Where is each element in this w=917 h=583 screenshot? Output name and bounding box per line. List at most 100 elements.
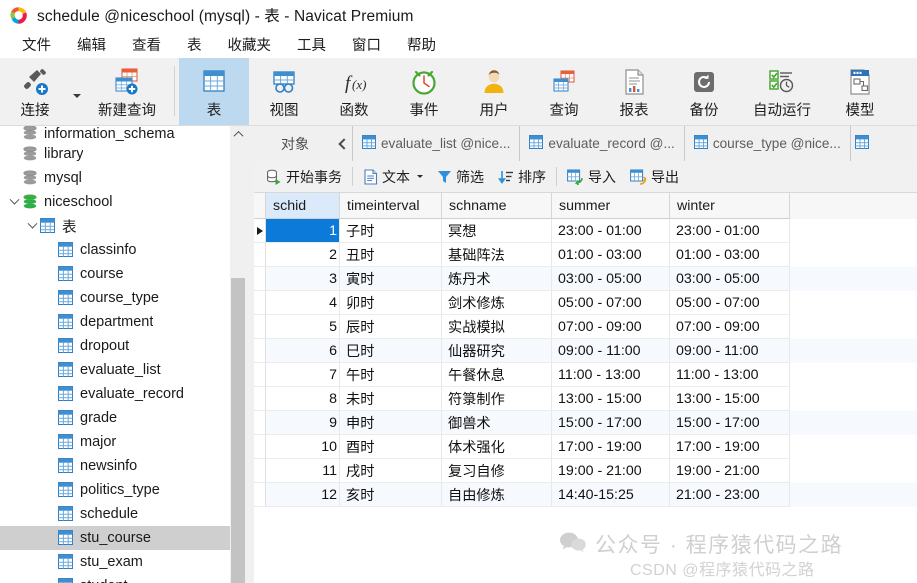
vertical-splitter[interactable] bbox=[246, 126, 254, 583]
cell-schname[interactable]: 符箓制作 bbox=[442, 387, 552, 411]
cell-schname[interactable]: 自由修炼 bbox=[442, 483, 552, 507]
row-marker[interactable] bbox=[254, 387, 266, 411]
row-marker[interactable] bbox=[254, 267, 266, 291]
expander-expanded-icon[interactable] bbox=[6, 194, 22, 210]
sidebar-item-stu_course[interactable]: stu_course bbox=[0, 526, 230, 550]
cell-timeinterval[interactable]: 卯时 bbox=[340, 291, 442, 315]
scrollbar-thumb[interactable] bbox=[231, 278, 245, 583]
sidebar-item-information_schema[interactable]: information_schema bbox=[0, 126, 230, 142]
cell-winter[interactable]: 09:00 - 11:00 bbox=[670, 339, 790, 363]
cell-winter[interactable]: 19:00 - 21:00 bbox=[670, 459, 790, 483]
cell-timeinterval[interactable]: 亥时 bbox=[340, 483, 442, 507]
table-row[interactable]: 5 辰时 实战模拟 07:00 - 09:00 07:00 - 09:00 bbox=[254, 315, 917, 339]
cell-timeinterval[interactable]: 巳时 bbox=[340, 339, 442, 363]
menu-help[interactable]: 帮助 bbox=[394, 32, 449, 57]
cell-schname[interactable]: 午餐休息 bbox=[442, 363, 552, 387]
import-button[interactable]: 导入 bbox=[560, 165, 623, 189]
cell-schid[interactable]: 11 bbox=[266, 459, 340, 483]
toolbar-query[interactable]: 查询 bbox=[529, 58, 599, 125]
row-marker[interactable] bbox=[254, 243, 266, 267]
sidebar-item-schedule[interactable]: schedule bbox=[0, 502, 230, 526]
menu-tools[interactable]: 工具 bbox=[284, 32, 339, 57]
table-row[interactable]: 10 酉时 体术强化 17:00 - 19:00 17:00 - 19:00 bbox=[254, 435, 917, 459]
cell-timeinterval[interactable]: 丑时 bbox=[340, 243, 442, 267]
cell-winter[interactable]: 07:00 - 09:00 bbox=[670, 315, 790, 339]
sidebar-item-grade[interactable]: grade bbox=[0, 406, 230, 430]
table-row[interactable]: 4 卯时 剑术修炼 05:00 - 07:00 05:00 - 07:00 bbox=[254, 291, 917, 315]
toolbar-user[interactable]: 用户 bbox=[459, 58, 529, 125]
data-grid[interactable]: schid timeinterval schname summer winter 1 子时… bbox=[254, 193, 917, 583]
sidebar-item-major[interactable]: major bbox=[0, 430, 230, 454]
object-tree-sidebar[interactable]: information_schema library mysql niceschool… bbox=[0, 126, 230, 583]
cell-summer[interactable]: 13:00 - 15:00 bbox=[552, 387, 670, 411]
sidebar-item-course[interactable]: course bbox=[0, 262, 230, 286]
table-row[interactable]: 12 亥时 自由修炼 14:40-15:25 21:00 - 23:00 bbox=[254, 483, 917, 507]
sidebar-item-evaluate_record[interactable]: evaluate_record bbox=[0, 382, 230, 406]
row-marker[interactable] bbox=[254, 339, 266, 363]
cell-summer[interactable]: 14:40-15:25 bbox=[552, 483, 670, 507]
connection-dropdown-caret[interactable] bbox=[70, 58, 84, 125]
cell-schid[interactable]: 5 bbox=[266, 315, 340, 339]
menu-table[interactable]: 表 bbox=[174, 32, 215, 57]
cell-winter[interactable]: 05:00 - 07:00 bbox=[670, 291, 790, 315]
table-row[interactable]: 9 申时 御兽术 15:00 - 17:00 15:00 - 17:00 bbox=[254, 411, 917, 435]
cell-timeinterval[interactable]: 未时 bbox=[340, 387, 442, 411]
tab-evaluate-list[interactable]: evaluate_list @nice... bbox=[352, 126, 520, 161]
menu-window[interactable]: 窗口 bbox=[339, 32, 394, 57]
grid-body[interactable]: 1 子时 冥想 23:00 - 01:00 23:00 - 01:00 2 丑时 基础阵法 01… bbox=[254, 219, 917, 507]
tab-scroll-left-button[interactable] bbox=[336, 126, 352, 161]
menu-favorites[interactable]: 收藏夹 bbox=[215, 32, 285, 57]
column-header-summer[interactable]: summer bbox=[552, 193, 670, 219]
row-marker[interactable] bbox=[254, 435, 266, 459]
cell-summer[interactable]: 19:00 - 21:00 bbox=[552, 459, 670, 483]
table-row[interactable]: 8 未时 符箓制作 13:00 - 15:00 13:00 - 15:00 bbox=[254, 387, 917, 411]
cell-winter[interactable]: 17:00 - 19:00 bbox=[670, 435, 790, 459]
table-row[interactable]: 7 午时 午餐休息 11:00 - 13:00 11:00 - 13:00 bbox=[254, 363, 917, 387]
cell-schname[interactable]: 御兽术 bbox=[442, 411, 552, 435]
toolbar-table[interactable]: 表 bbox=[179, 58, 249, 125]
cell-schname[interactable]: 仙器研究 bbox=[442, 339, 552, 363]
cell-timeinterval[interactable]: 戌时 bbox=[340, 459, 442, 483]
export-button[interactable]: 导出 bbox=[623, 165, 686, 189]
sidebar-item-classinfo[interactable]: classinfo bbox=[0, 238, 230, 262]
cell-timeinterval[interactable]: 寅时 bbox=[340, 267, 442, 291]
sidebar-item-department[interactable]: department bbox=[0, 310, 230, 334]
toolbar-connection[interactable]: 连接 bbox=[0, 58, 70, 125]
toolbar-new-query[interactable]: 新建查询 bbox=[84, 58, 170, 125]
cell-schname[interactable]: 冥想 bbox=[442, 219, 552, 243]
column-header-schid[interactable]: schid bbox=[266, 193, 340, 219]
cell-winter[interactable]: 03:00 - 05:00 bbox=[670, 267, 790, 291]
row-marker[interactable] bbox=[254, 363, 266, 387]
cell-summer[interactable]: 17:00 - 19:00 bbox=[552, 435, 670, 459]
objects-tab[interactable]: 对象 bbox=[254, 126, 336, 161]
cell-schid[interactable]: 8 bbox=[266, 387, 340, 411]
cell-winter[interactable]: 23:00 - 01:00 bbox=[670, 219, 790, 243]
cell-winter[interactable]: 21:00 - 23:00 bbox=[670, 483, 790, 507]
menu-edit[interactable]: 编辑 bbox=[64, 32, 119, 57]
toolbar-model[interactable]: 模型 bbox=[825, 58, 895, 125]
cell-schname[interactable]: 复习自修 bbox=[442, 459, 552, 483]
sidebar-item-evaluate_list[interactable]: evaluate_list bbox=[0, 358, 230, 382]
row-marker[interactable] bbox=[254, 411, 266, 435]
cell-schid[interactable]: 3 bbox=[266, 267, 340, 291]
cell-timeinterval[interactable]: 酉时 bbox=[340, 435, 442, 459]
sidebar-item-library[interactable]: library bbox=[0, 142, 230, 166]
cell-summer[interactable]: 09:00 - 11:00 bbox=[552, 339, 670, 363]
filter-button[interactable]: 筛选 bbox=[430, 165, 491, 189]
column-header-schname[interactable]: schname bbox=[442, 193, 552, 219]
toolbar-event[interactable]: 事件 bbox=[389, 58, 459, 125]
row-marker[interactable] bbox=[254, 219, 266, 243]
sidebar-item-[interactable]: 表 bbox=[0, 214, 230, 238]
cell-timeinterval[interactable]: 辰时 bbox=[340, 315, 442, 339]
cell-timeinterval[interactable]: 子时 bbox=[340, 219, 442, 243]
cell-summer[interactable]: 03:00 - 05:00 bbox=[552, 267, 670, 291]
cell-schid[interactable]: 12 bbox=[266, 483, 340, 507]
table-row[interactable]: 3 寅时 炼丹术 03:00 - 05:00 03:00 - 05:00 bbox=[254, 267, 917, 291]
menu-view[interactable]: 查看 bbox=[119, 32, 174, 57]
cell-schname[interactable]: 基础阵法 bbox=[442, 243, 552, 267]
table-row[interactable]: 2 丑时 基础阵法 01:00 - 03:00 01:00 - 03:00 bbox=[254, 243, 917, 267]
toolbar-automation[interactable]: 自动运行 bbox=[739, 58, 825, 125]
sidebar-item-dropout[interactable]: dropout bbox=[0, 334, 230, 358]
sidebar-item-stu_exam[interactable]: stu_exam bbox=[0, 550, 230, 574]
row-marker[interactable] bbox=[254, 459, 266, 483]
